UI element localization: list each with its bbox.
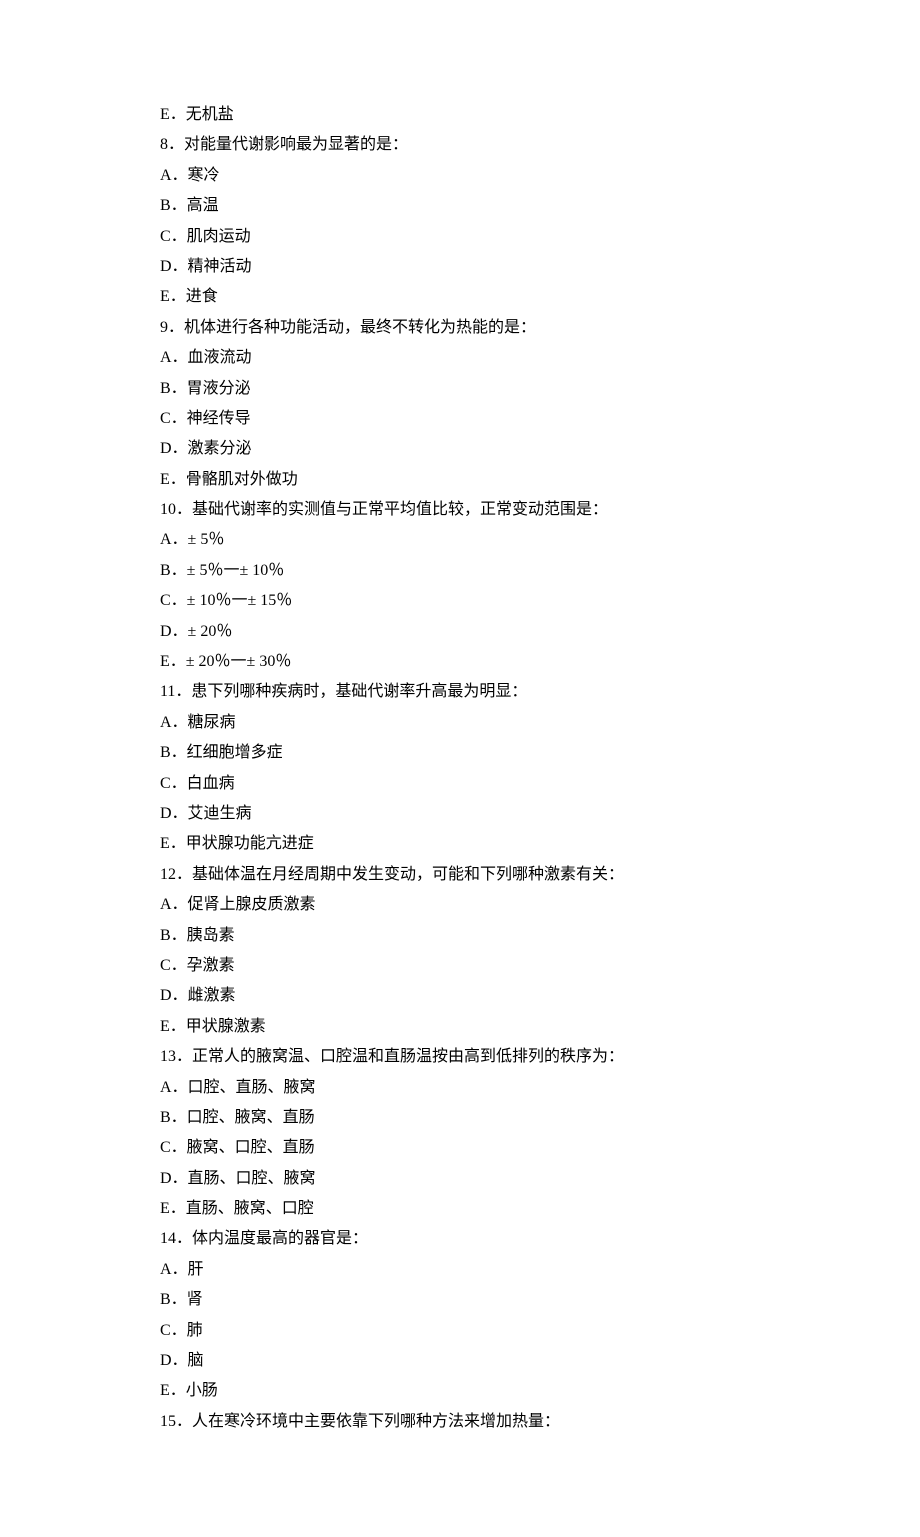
option-9-e: E．骨骼肌对外做功 [160, 465, 760, 495]
question-13-stem: 13．正常人的腋窝温、口腔温和直肠温按由高到低排列的秩序为： [160, 1042, 760, 1072]
option-10-c: C．± 10％一± 15％ [160, 586, 760, 616]
option-13-a: A．口腔、直肠、腋窝 [160, 1073, 760, 1103]
question-15-stem: 15．人在寒冷环境中主要依靠下列哪种方法来增加热量： [160, 1407, 760, 1437]
option-14-a: A．肝 [160, 1255, 760, 1285]
option-14-e: E．小肠 [160, 1376, 760, 1406]
option-8-c: C．肌肉运动 [160, 222, 760, 252]
option-14-d: D．脑 [160, 1346, 760, 1376]
option-12-d: D．雌激素 [160, 981, 760, 1011]
option-8-b: B．高温 [160, 191, 760, 221]
option-11-a: A．糖尿病 [160, 708, 760, 738]
question-8-stem: 8．对能量代谢影响最为显著的是： [160, 130, 760, 160]
option-9-b: B．胃液分泌 [160, 374, 760, 404]
option-7-e: E．无机盐 [160, 100, 760, 130]
option-10-e: E．± 20％一± 30％ [160, 647, 760, 677]
option-11-d: D．艾迪生病 [160, 799, 760, 829]
option-12-a: A．促肾上腺皮质激素 [160, 890, 760, 920]
question-12-stem: 12．基础体温在月经周期中发生变动，可能和下列哪种激素有关： [160, 860, 760, 890]
option-14-b: B．肾 [160, 1285, 760, 1315]
option-13-b: B．口腔、腋窝、直肠 [160, 1103, 760, 1133]
option-11-c: C．白血病 [160, 769, 760, 799]
option-10-d: D．± 20％ [160, 617, 760, 647]
option-12-c: C．孕激素 [160, 951, 760, 981]
document-page: E．无机盐 8．对能量代谢影响最为显著的是： A．寒冷 B．高温 C．肌肉运动 … [0, 0, 920, 1537]
question-10-stem: 10．基础代谢率的实测值与正常平均值比较，正常变动范围是： [160, 495, 760, 525]
option-9-a: A．血液流动 [160, 343, 760, 373]
option-8-e: E．进食 [160, 282, 760, 312]
option-13-d: D．直肠、口腔、腋窝 [160, 1164, 760, 1194]
question-14-stem: 14．体内温度最高的器官是： [160, 1224, 760, 1254]
option-13-c: C．腋窝、口腔、直肠 [160, 1133, 760, 1163]
option-10-b: B．± 5％一± 10％ [160, 556, 760, 586]
question-11-stem: 11．患下列哪种疾病时，基础代谢率升高最为明显： [160, 677, 760, 707]
option-12-b: B．胰岛素 [160, 921, 760, 951]
question-9-stem: 9．机体进行各种功能活动，最终不转化为热能的是： [160, 313, 760, 343]
option-8-d: D．精神活动 [160, 252, 760, 282]
option-11-e: E．甲状腺功能亢进症 [160, 829, 760, 859]
option-14-c: C．肺 [160, 1316, 760, 1346]
option-12-e: E．甲状腺激素 [160, 1012, 760, 1042]
option-8-a: A．寒冷 [160, 161, 760, 191]
option-13-e: E．直肠、腋窝、口腔 [160, 1194, 760, 1224]
option-11-b: B．红细胞增多症 [160, 738, 760, 768]
option-9-d: D．激素分泌 [160, 434, 760, 464]
option-10-a: A．± 5％ [160, 525, 760, 555]
option-9-c: C．神经传导 [160, 404, 760, 434]
